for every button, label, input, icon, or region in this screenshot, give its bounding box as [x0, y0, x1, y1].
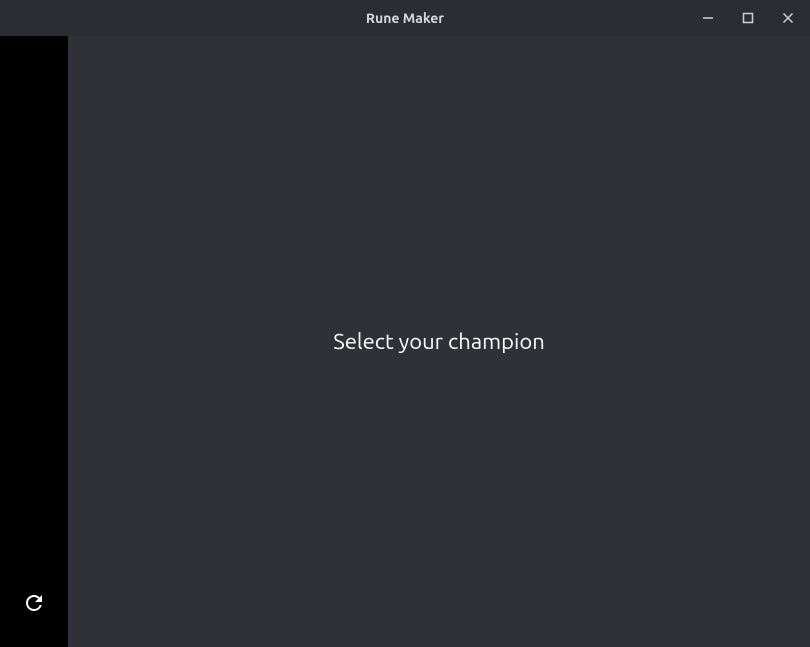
window-title: Rune Maker: [366, 10, 444, 26]
app-window: Rune Maker: [0, 0, 810, 647]
minimize-icon: [702, 12, 714, 24]
close-icon: [782, 12, 794, 24]
close-button[interactable]: [774, 4, 802, 32]
minimize-button[interactable]: [694, 4, 722, 32]
maximize-icon: [742, 12, 754, 24]
select-champion-prompt: Select your champion: [333, 329, 545, 354]
refresh-button[interactable]: [14, 583, 54, 623]
maximize-button[interactable]: [734, 4, 762, 32]
content-area: Select your champion: [0, 36, 810, 647]
sidebar: [0, 36, 68, 647]
titlebar[interactable]: Rune Maker: [0, 0, 810, 36]
main-panel: Select your champion: [68, 36, 810, 647]
refresh-icon: [22, 591, 46, 615]
window-controls: [694, 4, 802, 32]
